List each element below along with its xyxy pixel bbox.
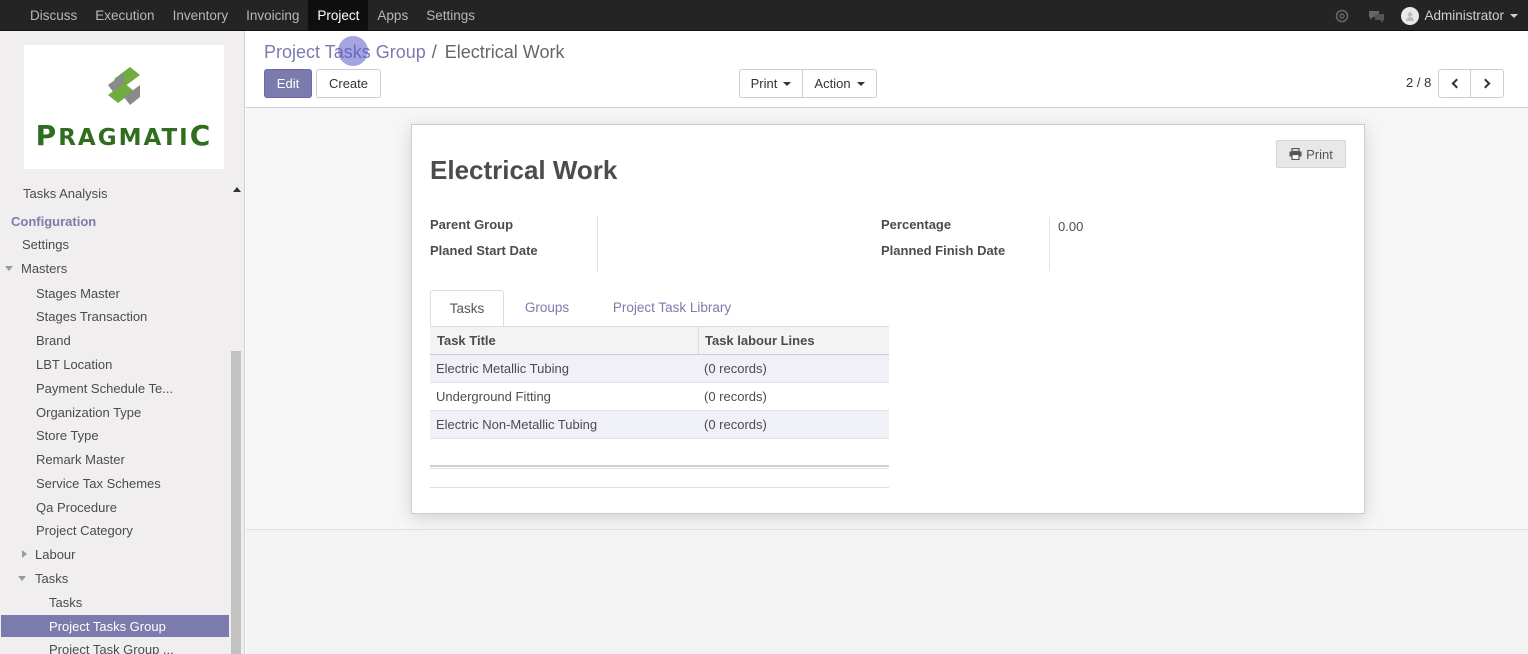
menu-invoicing[interactable]: Invoicing xyxy=(237,0,308,31)
main-menu: Discuss Execution Inventory Invoicing Pr… xyxy=(21,0,484,31)
sidebar-item-stages-master[interactable]: Stages Master xyxy=(36,286,120,301)
sidebar-item-tasks[interactable]: Tasks xyxy=(35,571,68,586)
sidebar-item-stages-transaction[interactable]: Stages Transaction xyxy=(36,309,147,324)
sidebar-item-project-task-group-more[interactable]: Project Task Group ... xyxy=(49,642,174,654)
logo-text: PRAGMATIC xyxy=(35,119,213,152)
sidebar-item-remark-master[interactable]: Remark Master xyxy=(36,452,125,467)
chevron-down-icon xyxy=(856,81,865,86)
cell-task-labour-lines: (0 records) xyxy=(704,361,767,376)
top-navbar: Discuss Execution Inventory Invoicing Pr… xyxy=(0,0,1528,31)
sidebar-item-organization-type[interactable]: Organization Type xyxy=(36,405,141,420)
sidebar-item-brand[interactable]: Brand xyxy=(36,333,71,348)
print-button[interactable]: Print xyxy=(1276,140,1346,168)
table-row[interactable]: Electric Non-Metallic Tubing (0 records) xyxy=(430,411,889,439)
sidebar: PRAGMATIC Tasks Analysis Configuration S… xyxy=(0,31,245,654)
print-button-label: Print xyxy=(1306,146,1333,162)
tab-tasks[interactable]: Tasks xyxy=(430,290,504,327)
pager-previous-button[interactable] xyxy=(1438,69,1471,98)
field-divider xyxy=(597,217,598,271)
create-button[interactable]: Create xyxy=(316,69,381,98)
sidebar-item-labour[interactable]: Labour xyxy=(35,547,75,562)
notebook-tabs: Tasks Groups Project Task Library xyxy=(430,290,889,327)
at-icon[interactable] xyxy=(1333,7,1351,25)
menu-inventory[interactable]: Inventory xyxy=(164,0,238,31)
sidebar-item-project-category[interactable]: Project Category xyxy=(36,523,133,538)
sidebar-item-tasks-child[interactable]: Tasks xyxy=(49,595,82,610)
print-dropdown-label: Print xyxy=(750,76,778,91)
pager-next-button[interactable] xyxy=(1470,69,1504,98)
expand-labour-icon[interactable] xyxy=(22,550,27,558)
table-footer xyxy=(430,465,889,469)
form-background-lower xyxy=(246,529,1528,654)
label-planned-finish-date: Planned Finish Date xyxy=(881,243,1006,258)
printer-icon xyxy=(1289,148,1302,160)
cell-task-labour-lines: (0 records) xyxy=(704,417,767,432)
sidebar-item-label: Project Tasks Group xyxy=(49,619,166,634)
edit-button[interactable]: Edit xyxy=(264,69,312,98)
form-view: Print Electrical Work Parent Group Plane… xyxy=(246,108,1528,654)
chat-icon[interactable] xyxy=(1367,7,1385,25)
user-menu[interactable]: Administrator xyxy=(1401,6,1518,25)
logo-mark-icon xyxy=(108,67,140,105)
form-sheet: Print Electrical Work Parent Group Plane… xyxy=(411,124,1365,514)
breadcrumb: Project Tasks Group/Electrical Work xyxy=(264,42,565,62)
sidebar-item-lbt-location[interactable]: LBT Location xyxy=(36,357,112,372)
expand-tasks-icon[interactable] xyxy=(18,576,26,581)
sidebar-item-masters[interactable]: Masters xyxy=(21,261,67,276)
print-dropdown[interactable]: Print xyxy=(739,69,803,98)
action-dropdown-label: Action xyxy=(814,76,851,91)
sidebar-item-tasks-analysis[interactable]: Tasks Analysis xyxy=(23,186,108,201)
field-divider xyxy=(1049,217,1050,271)
pager-value[interactable]: 2 / 8 xyxy=(1406,75,1431,90)
tasks-table: Task Title Task labour Lines Electric Me… xyxy=(430,326,889,439)
table-row[interactable]: Electric Metallic Tubing (0 records) xyxy=(430,355,889,383)
table-header-row: Task Title Task labour Lines xyxy=(430,326,889,355)
label-planed-start-date: Planed Start Date xyxy=(430,243,538,258)
label-parent-group: Parent Group xyxy=(430,217,514,232)
sidebar-item-project-tasks-group[interactable]: Project Tasks Group xyxy=(1,615,229,637)
table-row[interactable]: Underground Fitting (0 records) xyxy=(430,383,889,411)
scroll-up-icon[interactable] xyxy=(233,187,241,192)
avatar xyxy=(1401,6,1420,25)
action-dropdown[interactable]: Action xyxy=(802,69,877,98)
value-percentage: 0.00 xyxy=(1058,219,1084,234)
mouse-cursor-highlight xyxy=(338,36,368,66)
sidebar-scrollbar[interactable] xyxy=(231,351,241,654)
systray: Administrator xyxy=(1333,0,1518,31)
column-header-task-title[interactable]: Task Title xyxy=(437,327,496,354)
sidebar-section-configuration: Configuration xyxy=(11,214,97,229)
menu-apps[interactable]: Apps xyxy=(368,0,417,31)
sidebar-item-qa-procedure[interactable]: Qa Procedure xyxy=(36,500,117,515)
column-header-task-labour-lines[interactable]: Task labour Lines xyxy=(705,327,815,354)
sidebar-item-service-tax-schemes[interactable]: Service Tax Schemes xyxy=(36,476,161,491)
chevron-left-icon xyxy=(1451,78,1461,89)
chevron-down-icon xyxy=(1510,13,1518,18)
cell-task-title: Electric Non-Metallic Tubing xyxy=(436,417,598,432)
menu-settings[interactable]: Settings xyxy=(417,0,484,31)
chevron-down-icon xyxy=(783,81,792,86)
breadcrumb-current: Electrical Work xyxy=(444,42,565,62)
chevron-right-icon xyxy=(1480,78,1491,89)
sidebar-item-payment-schedule[interactable]: Payment Schedule Te... xyxy=(36,381,173,396)
sidebar-item-settings[interactable]: Settings xyxy=(22,237,69,252)
menu-project[interactable]: Project xyxy=(308,0,369,31)
control-panel: Project Tasks Group/Electrical Work Edit… xyxy=(246,31,1528,108)
menu-discuss[interactable]: Discuss xyxy=(21,0,86,31)
cell-task-labour-lines: (0 records) xyxy=(704,389,767,404)
expand-masters-icon[interactable] xyxy=(5,266,13,271)
sidebar-item-store-type[interactable]: Store Type xyxy=(36,428,99,443)
cell-task-title: Underground Fitting xyxy=(436,389,551,404)
menu-execution[interactable]: Execution xyxy=(86,0,163,31)
company-logo: PRAGMATIC xyxy=(24,45,224,169)
cell-task-title: Electric Metallic Tubing xyxy=(436,361,569,376)
label-percentage: Percentage xyxy=(881,217,952,232)
record-title: Electrical Work xyxy=(430,155,618,185)
tab-project-task-library[interactable]: Project Task Library xyxy=(596,290,748,327)
table-bottom-border xyxy=(430,487,889,488)
tab-groups[interactable]: Groups xyxy=(510,290,584,327)
user-name: Administrator xyxy=(1424,8,1504,23)
